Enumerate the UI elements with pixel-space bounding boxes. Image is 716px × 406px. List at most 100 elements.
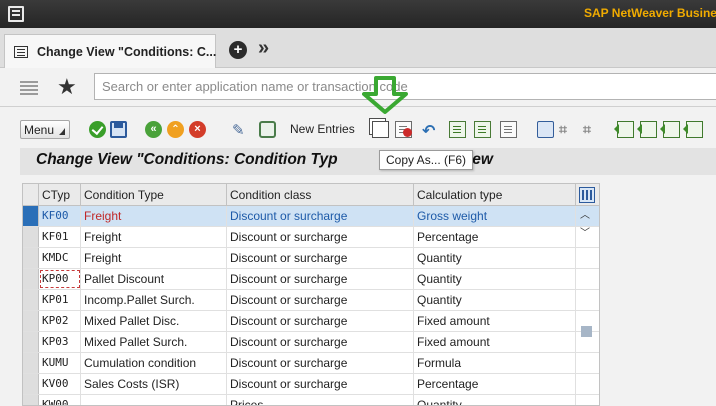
cell-calculation-type[interactable]: Quantity — [414, 269, 576, 289]
select-all-column[interactable] — [23, 184, 39, 206]
cell-condition-type[interactable]: Incomp.Pallet Surch. — [81, 290, 227, 310]
select-block-icon[interactable] — [474, 121, 491, 138]
copy-as-icon[interactable] — [372, 121, 389, 138]
row-selector[interactable] — [23, 248, 39, 268]
find-icon[interactable]: ⌗ — [559, 121, 576, 138]
row-selector[interactable] — [23, 395, 39, 405]
cell-ctyp[interactable]: KV00 — [39, 374, 81, 394]
cell-condition-class[interactable]: Discount or surcharge — [227, 290, 414, 310]
cell-condition-type[interactable]: Sales Costs (ISR) — [81, 374, 227, 394]
add-tab-button[interactable]: + — [229, 41, 247, 59]
table-row[interactable]: KMDC Freight Discount or surcharge Quantity — [23, 248, 599, 269]
cell-ctyp[interactable]: KP00 — [39, 269, 81, 289]
table-row[interactable]: KP00 Pallet Discount Discount or surcharge… — [23, 269, 599, 290]
cell-ctyp[interactable]: KUMU — [39, 353, 81, 373]
cell-calculation-type[interactable]: Fixed amount — [414, 332, 576, 352]
display-change-icon[interactable]: ✎ — [232, 121, 249, 139]
cell-calculation-type[interactable]: Gross weight — [414, 206, 576, 226]
cell-calculation-type[interactable]: Fixed amount — [414, 311, 576, 331]
cell-condition-class[interactable]: Discount or surcharge — [227, 269, 414, 289]
column-header-condition-type[interactable]: Condition Type — [81, 184, 227, 206]
cell-ctyp[interactable]: KP01 — [39, 290, 81, 310]
column-settings-icon[interactable] — [579, 187, 595, 203]
cell-calculation-type[interactable]: Percentage — [414, 374, 576, 394]
cell-ctyp[interactable]: KF01 — [39, 227, 81, 247]
cell-condition-type[interactable]: Freight — [81, 248, 227, 268]
column-header-calculation-type[interactable]: Calculation type — [414, 184, 576, 206]
table-row[interactable]: KUMU Cumulation condition Discount or surc… — [23, 353, 599, 374]
menu-list-icon[interactable] — [20, 81, 38, 95]
cell-condition-class[interactable]: Discount or surcharge — [227, 311, 414, 331]
delete-icon[interactable] — [395, 121, 412, 138]
find-next-icon[interactable]: ⌗ — [583, 121, 600, 138]
column-header-condition-class[interactable]: Condition class — [227, 184, 414, 206]
column-header-ctyp[interactable]: CTyp — [39, 184, 81, 206]
new-entries-button[interactable]: New Entries — [290, 122, 355, 136]
back-icon[interactable]: « — [145, 121, 162, 138]
cell-ctyp[interactable]: KF00 — [39, 206, 81, 226]
menu-button-label: Menu — [24, 123, 55, 137]
cell-condition-type[interactable]: Mixed Pallet Disc. — [81, 311, 227, 331]
cell-calculation-type[interactable]: Quantity — [414, 395, 576, 405]
cell-ctyp[interactable]: KP03 — [39, 332, 81, 352]
cell-calculation-type[interactable]: Quantity — [414, 290, 576, 310]
cell-condition-class[interactable]: Discount or surcharge — [227, 248, 414, 268]
cancel-icon[interactable]: × — [189, 121, 206, 138]
previous-page-icon[interactable] — [637, 121, 657, 138]
print-icon[interactable] — [537, 121, 554, 138]
table-row[interactable]: KP01 Incomp.Pallet Surch. Discount or surc… — [23, 290, 599, 311]
cell-condition-class[interactable]: Prices — [227, 395, 414, 405]
row-selector[interactable] — [23, 311, 39, 331]
cell-ctyp[interactable]: KP02 — [39, 311, 81, 331]
cell-condition-type[interactable]: Freight — [81, 227, 227, 247]
cell-ctyp[interactable]: KW00 — [39, 395, 81, 405]
cell-calculation-type[interactable]: Formula — [414, 353, 576, 373]
next-page-icon[interactable] — [660, 121, 680, 138]
tab-change-view[interactable]: Change View "Conditions: C... — [4, 34, 216, 68]
cell-condition-class[interactable]: Discount or surcharge — [227, 332, 414, 352]
cell-ctyp[interactable]: KMDC — [39, 248, 81, 268]
cell-condition-type[interactable]: Pallet Discount — [81, 269, 227, 289]
scrollbar-thumb[interactable] — [581, 326, 592, 337]
undo-icon[interactable]: ↶ — [422, 121, 439, 140]
row-selector[interactable] — [23, 269, 39, 289]
cell-condition-type[interactable]: Cumulation condition — [81, 353, 227, 373]
confirm-check-icon[interactable] — [89, 121, 106, 138]
menu-button[interactable]: Menu — [20, 120, 70, 139]
scroll-up-icon[interactable]: ︿ — [580, 206, 590, 221]
app-menu-icon[interactable] — [8, 6, 24, 22]
cell-condition-type[interactable]: Freight — [81, 206, 227, 226]
select-all-icon[interactable] — [449, 121, 466, 138]
save-icon[interactable] — [110, 121, 127, 138]
cell-condition-class[interactable]: Discount or surcharge — [227, 227, 414, 247]
deselect-all-icon[interactable] — [500, 121, 517, 138]
cell-condition-class[interactable]: Discount or surcharge — [227, 374, 414, 394]
table-row[interactable]: KP02 Mixed Pallet Disc. Discount or surcha… — [23, 311, 599, 332]
table-header: CTyp Condition Type Condition class Calc… — [23, 184, 599, 206]
table-row[interactable]: KP03 Mixed Pallet Surch. Discount or surch… — [23, 332, 599, 353]
row-selector[interactable] — [23, 206, 39, 226]
table-row[interactable]: KF01 Freight Discount or surcharge Percenta… — [23, 227, 599, 248]
row-selector[interactable] — [23, 227, 39, 247]
table-row[interactable]: KV00 Sales Costs (ISR) Discount or surchar… — [23, 374, 599, 395]
row-selector[interactable] — [23, 332, 39, 352]
row-selector[interactable] — [23, 374, 39, 394]
first-page-icon[interactable] — [614, 121, 634, 138]
exit-icon[interactable]: ⌃ — [167, 121, 184, 138]
cell-condition-class[interactable]: Discount or surcharge — [227, 206, 414, 226]
row-selector[interactable] — [23, 353, 39, 373]
favorites-star-icon[interactable]: ★ — [57, 74, 77, 100]
scroll-down-icon[interactable]: ﹀ — [580, 224, 590, 239]
other-view-icon[interactable] — [259, 121, 276, 138]
last-page-icon[interactable] — [683, 121, 703, 138]
copy-as-tooltip: Copy As... (F6) — [379, 150, 474, 170]
table-row[interactable]: KW00 Prices Quantity — [23, 395, 599, 405]
table-row[interactable]: KF00 Freight Discount or surcharge Gross we… — [23, 206, 599, 227]
row-selector[interactable] — [23, 290, 39, 310]
cell-condition-class[interactable]: Discount or surcharge — [227, 353, 414, 373]
cell-calculation-type[interactable]: Quantity — [414, 248, 576, 268]
cell-condition-type[interactable]: Mixed Pallet Surch. — [81, 332, 227, 352]
cell-calculation-type[interactable]: Percentage — [414, 227, 576, 247]
more-tabs-icon[interactable]: » — [258, 37, 269, 60]
cell-condition-type[interactable] — [81, 395, 227, 405]
